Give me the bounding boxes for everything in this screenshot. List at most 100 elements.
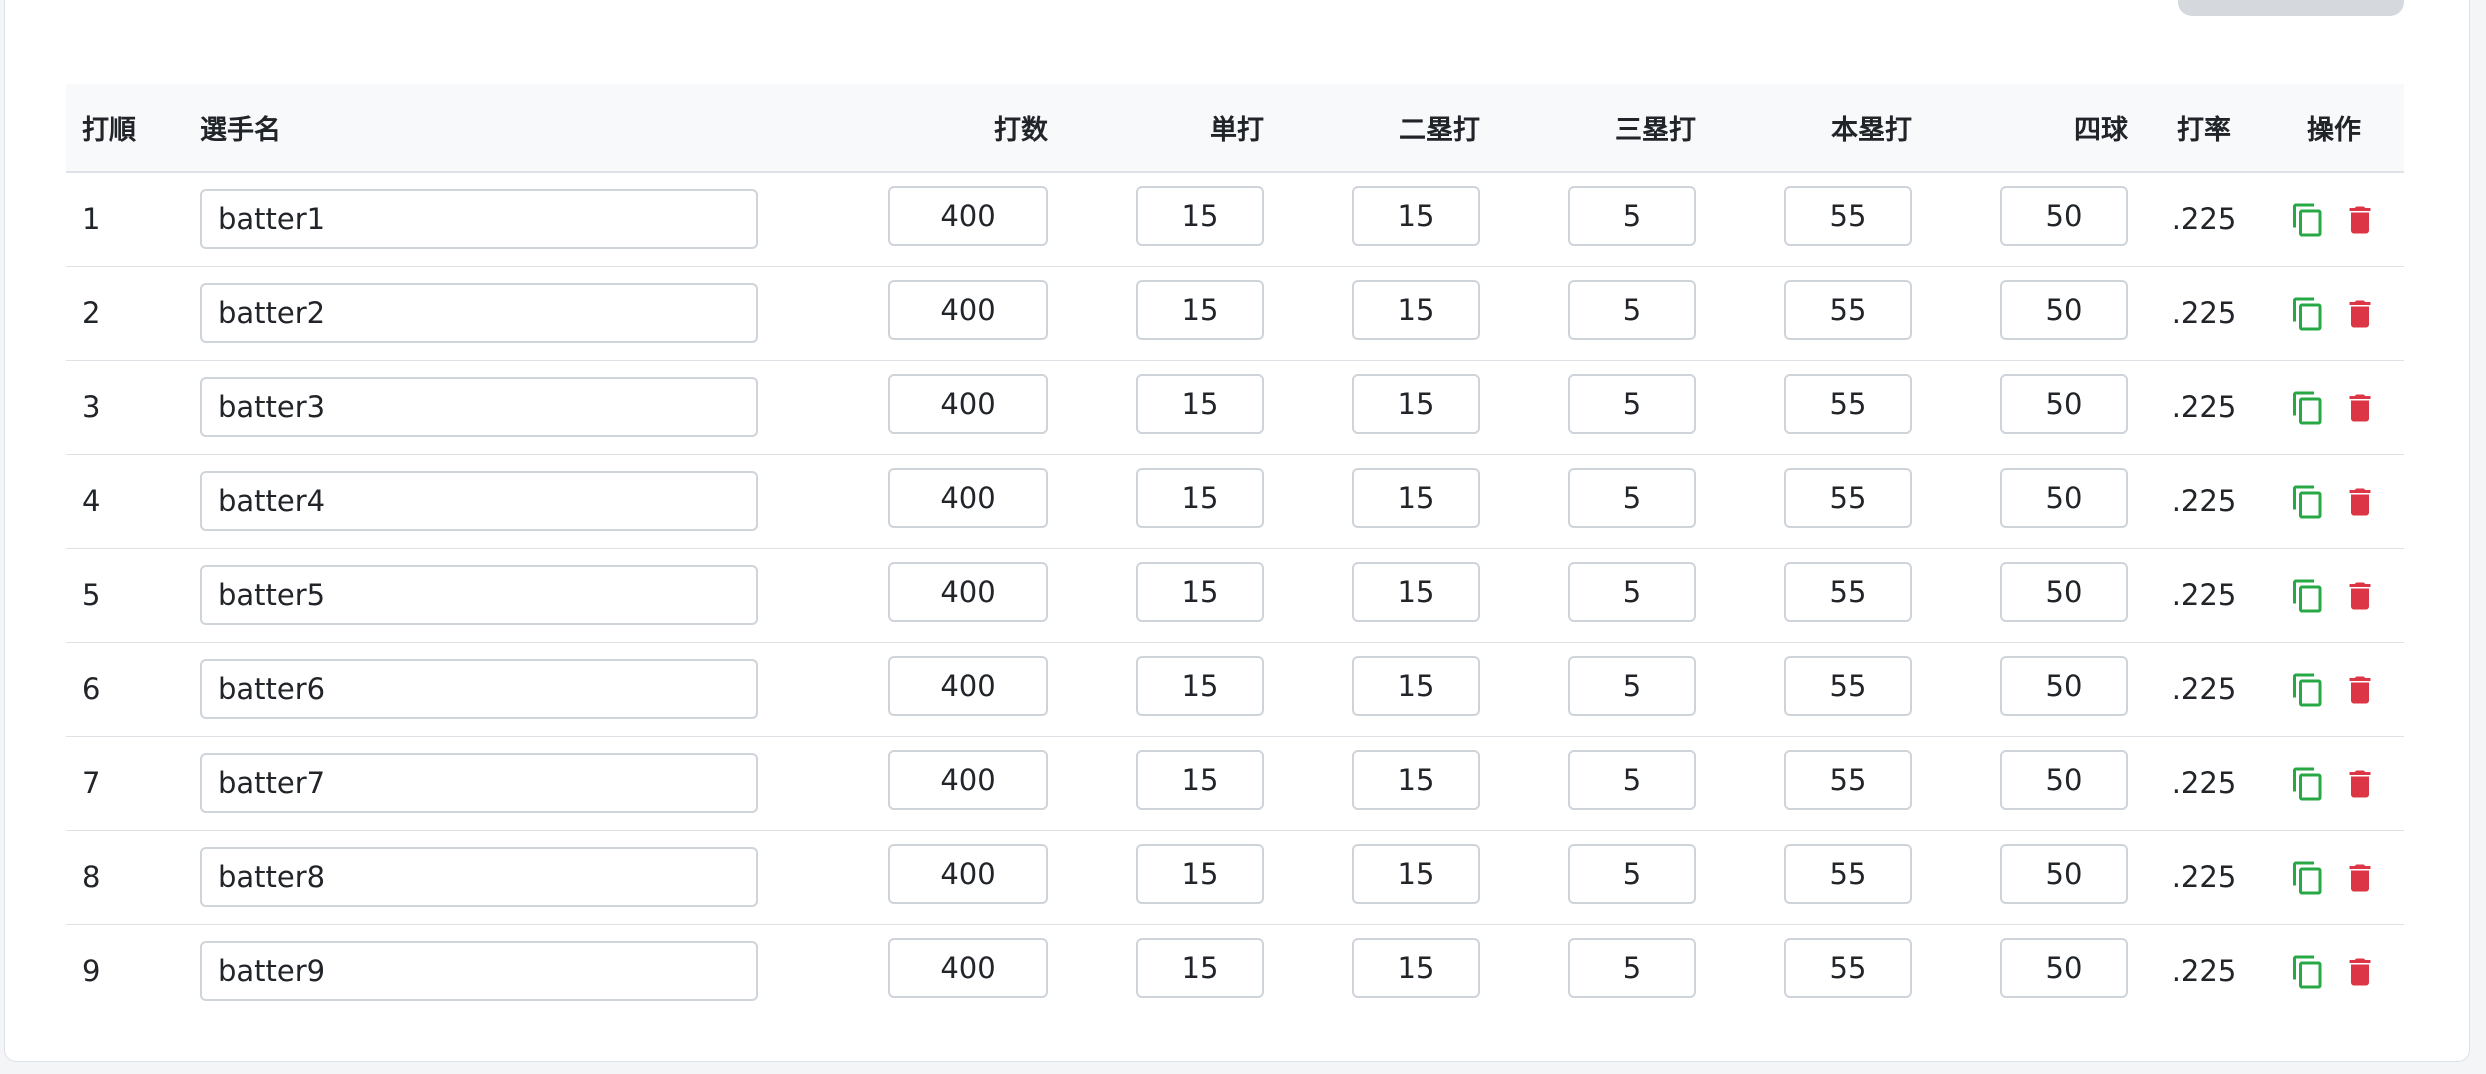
copy-icon[interactable] — [2290, 954, 2326, 990]
home-runs-input[interactable]: 55 — [1784, 373, 1912, 434]
singles-input[interactable]: 15 — [1136, 185, 1264, 246]
triples-input[interactable]: 5 — [1568, 185, 1696, 246]
singles-input[interactable]: 15 — [1136, 373, 1264, 434]
doubles-input[interactable]: 15 — [1352, 373, 1480, 434]
doubles-input[interactable]: 15 — [1352, 561, 1480, 622]
table-row: 9 batter9 400 15 15 5 55 50.225 — [66, 924, 2404, 1018]
walks-input[interactable]: 50 — [2000, 843, 2128, 904]
singles-input[interactable]: 15 — [1136, 655, 1264, 716]
triples-input[interactable]: 5 — [1568, 749, 1696, 810]
walks-input[interactable]: 50 — [2000, 279, 2128, 340]
home-runs-input[interactable]: 55 — [1784, 467, 1912, 528]
singles-input[interactable]: 15 — [1136, 561, 1264, 622]
doubles-input[interactable]: 15 — [1352, 843, 1480, 904]
triples-input[interactable]: 5 — [1568, 373, 1696, 434]
singles-input[interactable]: 15 — [1136, 937, 1264, 998]
singles-input[interactable]: 15 — [1136, 279, 1264, 340]
home-runs-input[interactable]: 55 — [1784, 655, 1912, 716]
batting-order-cell: 2 — [66, 266, 184, 361]
home-runs-input[interactable]: 55 — [1784, 749, 1912, 810]
home-runs-input[interactable]: 55 — [1784, 843, 1912, 904]
player-name-input[interactable]: batter7 — [200, 753, 758, 813]
doubles-input[interactable]: 15 — [1352, 467, 1480, 528]
at-bats-input[interactable]: 400 — [888, 937, 1048, 998]
walks-input[interactable]: 50 — [2000, 373, 2128, 434]
player-name-input[interactable]: batter2 — [200, 283, 758, 343]
batting-order-cell: 3 — [66, 360, 184, 455]
at-bats-input[interactable]: 400 — [888, 279, 1048, 340]
singles-input[interactable]: 15 — [1136, 467, 1264, 528]
copy-icon[interactable] — [2290, 672, 2326, 708]
singles-input[interactable]: 15 — [1136, 749, 1264, 810]
copy-icon[interactable] — [2290, 484, 2326, 520]
batting-order-cell: 4 — [66, 454, 184, 549]
table-row: 6 batter6 400 15 15 5 55 50.225 — [66, 642, 2404, 737]
at-bats-input[interactable]: 400 — [888, 185, 1048, 246]
at-bats-input[interactable]: 400 — [888, 467, 1048, 528]
table-row: 1 batter1 400 15 15 5 55 50.225 — [66, 172, 2404, 267]
batting-order-cell: 8 — [66, 830, 184, 925]
doubles-input[interactable]: 15 — [1352, 185, 1480, 246]
header-name: 選手名 — [184, 84, 774, 173]
player-name-input[interactable]: batter3 — [200, 377, 758, 437]
player-name-input[interactable]: batter8 — [200, 847, 758, 907]
copy-icon[interactable] — [2290, 766, 2326, 802]
player-name-input[interactable]: batter6 — [200, 659, 758, 719]
trash-icon[interactable] — [2342, 578, 2378, 614]
at-bats-input[interactable]: 400 — [888, 749, 1048, 810]
trash-icon[interactable] — [2342, 296, 2378, 332]
trash-icon[interactable] — [2342, 202, 2378, 238]
doubles-input[interactable]: 15 — [1352, 655, 1480, 716]
triples-input[interactable]: 5 — [1568, 937, 1696, 998]
player-name-input[interactable]: batter5 — [200, 565, 758, 625]
copy-icon[interactable] — [2290, 860, 2326, 896]
trash-icon[interactable] — [2342, 672, 2378, 708]
header-order: 打順 — [66, 84, 184, 173]
trash-icon[interactable] — [2342, 860, 2378, 896]
doubles-input[interactable]: 15 — [1352, 937, 1480, 998]
batting-average-cell: .225 — [2144, 172, 2264, 267]
table-row: 5 batter5 400 15 15 5 55 50.225 — [66, 548, 2404, 643]
walks-input[interactable]: 50 — [2000, 655, 2128, 716]
trash-icon[interactable] — [2342, 954, 2378, 990]
trash-icon[interactable] — [2342, 766, 2378, 802]
walks-input[interactable]: 50 — [2000, 185, 2128, 246]
doubles-input[interactable]: 15 — [1352, 279, 1480, 340]
triples-input[interactable]: 5 — [1568, 655, 1696, 716]
batting-average-cell: .225 — [2144, 548, 2264, 643]
copy-icon[interactable] — [2290, 390, 2326, 426]
home-runs-input[interactable]: 55 — [1784, 185, 1912, 246]
triples-input[interactable]: 5 — [1568, 467, 1696, 528]
walks-input[interactable]: 50 — [2000, 467, 2128, 528]
batting-order-cell: 7 — [66, 736, 184, 831]
triples-input[interactable]: 5 — [1568, 561, 1696, 622]
player-name-input[interactable]: batter4 — [200, 471, 758, 531]
batting-average-cell: .225 — [2144, 266, 2264, 361]
top-action-button[interactable] — [2178, 0, 2404, 16]
at-bats-input[interactable]: 400 — [888, 843, 1048, 904]
lineup-table: 打順 選手名 打数 単打 二塁打 三塁打 本塁打 四球 打率 操作 1 batte… — [66, 84, 2404, 1018]
player-name-input[interactable]: batter9 — [200, 941, 758, 1002]
copy-icon[interactable] — [2290, 202, 2326, 238]
header-average: 打率 — [2144, 84, 2264, 173]
batting-average-cell: .225 — [2144, 830, 2264, 925]
player-name-input[interactable]: batter1 — [200, 189, 758, 250]
walks-input[interactable]: 50 — [2000, 937, 2128, 998]
trash-icon[interactable] — [2342, 484, 2378, 520]
walks-input[interactable]: 50 — [2000, 749, 2128, 810]
at-bats-input[interactable]: 400 — [888, 655, 1048, 716]
triples-input[interactable]: 5 — [1568, 279, 1696, 340]
doubles-input[interactable]: 15 — [1352, 749, 1480, 810]
at-bats-input[interactable]: 400 — [888, 561, 1048, 622]
walks-input[interactable]: 50 — [2000, 561, 2128, 622]
copy-icon[interactable] — [2290, 578, 2326, 614]
triples-input[interactable]: 5 — [1568, 843, 1696, 904]
table-row: 8 batter8 400 15 15 5 55 50.225 — [66, 830, 2404, 925]
singles-input[interactable]: 15 — [1136, 843, 1264, 904]
home-runs-input[interactable]: 55 — [1784, 937, 1912, 998]
home-runs-input[interactable]: 55 — [1784, 279, 1912, 340]
home-runs-input[interactable]: 55 — [1784, 561, 1912, 622]
trash-icon[interactable] — [2342, 390, 2378, 426]
at-bats-input[interactable]: 400 — [888, 373, 1048, 434]
copy-icon[interactable] — [2290, 296, 2326, 332]
